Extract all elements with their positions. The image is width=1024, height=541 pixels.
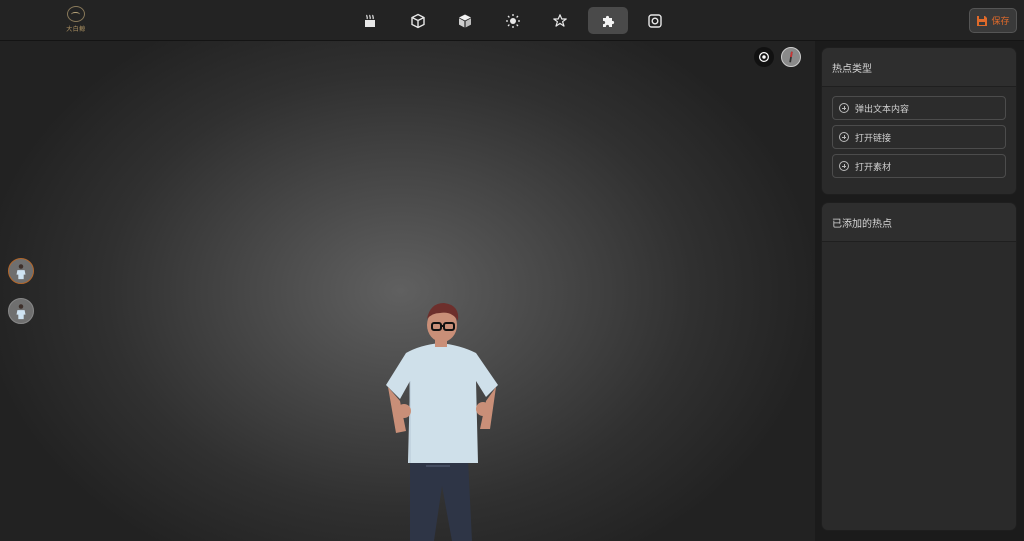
plus-circle-icon (839, 103, 849, 113)
cube-outline-icon (410, 13, 425, 28)
hotspot-type-list: 弹出文本内容 打开链接 打开素材 (822, 87, 1016, 187)
tool-environment[interactable] (350, 7, 390, 34)
floppy-icon (977, 15, 988, 26)
compass-icon[interactable] (781, 47, 801, 67)
tool-lighting[interactable] (493, 7, 533, 34)
top-toolbar: 大白鲸 保存 (0, 0, 1024, 41)
plus-circle-icon (839, 132, 849, 142)
tool-favorite[interactable] (540, 7, 580, 34)
tool-material[interactable] (445, 7, 485, 34)
model-thumbnails (8, 258, 34, 324)
hotspot-type-label: 打开链接 (855, 133, 892, 144)
tool-tabs (350, 7, 683, 34)
add-open-link-button[interactable]: 打开链接 (832, 125, 1006, 149)
3d-character-model[interactable] (380, 301, 520, 541)
hotspot-types-panel: 热点类型 弹出文本内容 打开链接 打开素材 (821, 47, 1017, 195)
locate-target-icon[interactable] (754, 47, 774, 67)
hotspot-type-label: 打开素材 (855, 162, 892, 173)
cube-solid-icon (459, 14, 471, 27)
person-icon (16, 304, 26, 320)
3d-viewport[interactable] (0, 41, 815, 541)
add-open-asset-button[interactable]: 打开素材 (832, 154, 1006, 178)
person-icon (16, 264, 26, 280)
added-hotspots-panel: 已添加的热点 (821, 202, 1017, 531)
panel-title: 热点类型 (822, 48, 1016, 87)
model-thumbnail-1[interactable] (8, 258, 34, 284)
save-label: 保存 (991, 17, 1010, 27)
puzzle-icon (602, 15, 614, 27)
tool-model[interactable] (398, 7, 438, 34)
logo-text: 大白鲸 (66, 26, 86, 33)
tool-hotspot[interactable] (587, 7, 628, 34)
add-popup-text-button[interactable]: 弹出文本内容 (832, 96, 1006, 120)
scene-icon (365, 14, 375, 27)
logo-mark-icon (67, 6, 85, 22)
camera-icon (648, 13, 662, 28)
sun-icon (505, 13, 520, 28)
app-window: 大白鲸 保存 热点类型 弹出文本内容 打开链接 打开素材 已添加的热点 (0, 0, 1024, 541)
plus-circle-icon (839, 161, 849, 171)
star-icon (553, 13, 567, 27)
save-button[interactable]: 保存 (969, 8, 1017, 33)
hotspot-type-label: 弹出文本内容 (855, 104, 910, 115)
logo: 大白鲸 (60, 6, 92, 34)
panel-title: 已添加的热点 (822, 203, 1016, 242)
model-thumbnail-2[interactable] (8, 298, 34, 324)
tool-snapshot[interactable] (635, 7, 675, 34)
